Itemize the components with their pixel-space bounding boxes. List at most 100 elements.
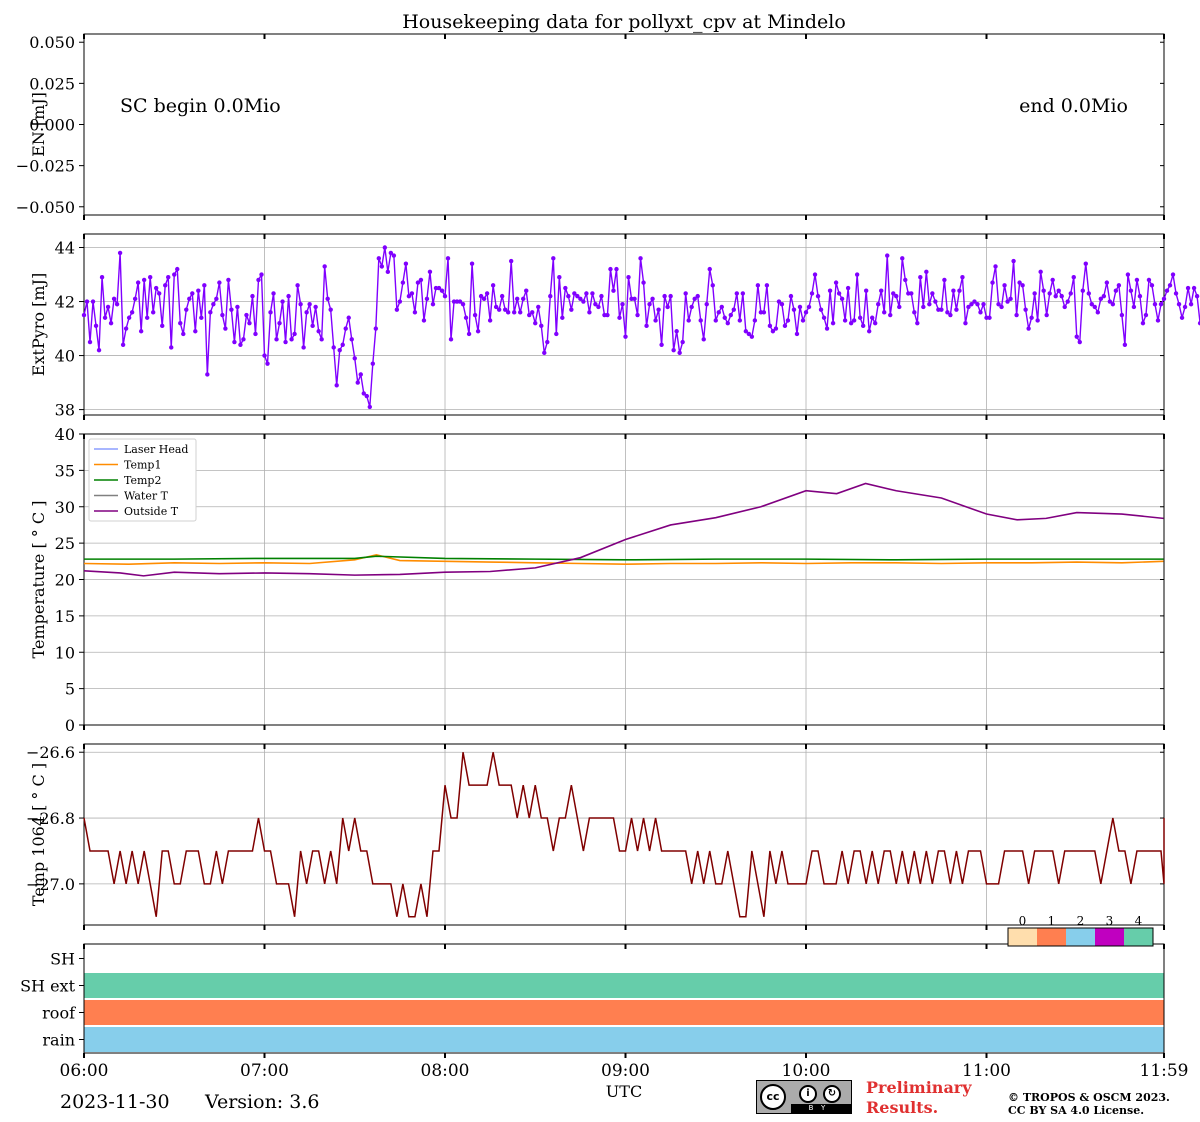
extpyro-series-line bbox=[83, 247, 1200, 408]
extpyro-point bbox=[695, 293, 700, 299]
copyright-line1: © TROPOS & OSCM 2023. bbox=[1008, 1091, 1170, 1104]
temperature-series-2-line bbox=[84, 555, 1164, 561]
extpyro-point bbox=[548, 293, 553, 299]
extpyro-point bbox=[268, 310, 273, 315]
extpyro-point bbox=[1149, 283, 1155, 288]
extpyro-point bbox=[511, 310, 517, 315]
colorbar-cell-4 bbox=[1124, 928, 1153, 946]
extpyro-point bbox=[942, 277, 947, 283]
extpyro-point bbox=[460, 302, 466, 307]
extpyro-point bbox=[274, 337, 279, 342]
extpyro-point bbox=[102, 315, 108, 320]
copyright-line2: CC BY SA 4.0 License. bbox=[1008, 1104, 1145, 1117]
extpyro-point bbox=[141, 277, 147, 283]
extpyro-point bbox=[147, 275, 153, 280]
colorbar-tick-label: 0 bbox=[1019, 914, 1027, 928]
extpyro-point bbox=[310, 323, 315, 329]
extpyro-point bbox=[704, 302, 709, 307]
extpyro-point bbox=[713, 318, 718, 323]
extpyro-point bbox=[505, 310, 511, 315]
extpyro-point bbox=[1143, 312, 1149, 318]
extpyro-point bbox=[181, 331, 186, 337]
extpyro-point bbox=[999, 304, 1004, 310]
extpyro-point bbox=[150, 310, 156, 315]
extpyro-point bbox=[445, 256, 451, 261]
extpyro-point bbox=[235, 304, 240, 310]
extpyro-point bbox=[638, 256, 643, 261]
extpyro-point bbox=[521, 296, 526, 302]
extpyro-point bbox=[524, 288, 529, 293]
extpyro-point bbox=[475, 329, 481, 334]
extpyro-point bbox=[337, 347, 342, 353]
extpyro-point bbox=[734, 291, 740, 296]
extpyro-point bbox=[659, 342, 664, 347]
panel-2-ytick-label: 0 bbox=[65, 716, 75, 735]
extpyro-point bbox=[1167, 283, 1173, 288]
extpyro-point bbox=[1026, 326, 1031, 331]
extpyro-point bbox=[301, 345, 306, 350]
extpyro-point bbox=[815, 293, 821, 299]
extpyro-point bbox=[587, 310, 592, 315]
extpyro-point bbox=[1113, 288, 1119, 293]
extpyro-point bbox=[788, 293, 794, 299]
extpyro-point bbox=[755, 283, 761, 288]
extpyro-point bbox=[346, 315, 351, 320]
extpyro-point bbox=[653, 318, 658, 323]
panel-2-ytick-label: 35 bbox=[55, 461, 75, 480]
license-strip: BY SA bbox=[791, 1104, 851, 1121]
extpyro-point bbox=[698, 318, 703, 323]
extpyro-point bbox=[1179, 315, 1185, 320]
extpyro-point bbox=[1029, 315, 1034, 320]
by-icon: i bbox=[799, 1085, 817, 1103]
extpyro-point bbox=[1008, 296, 1013, 302]
extpyro-point bbox=[126, 315, 132, 320]
extpyro-point bbox=[343, 326, 348, 331]
extpyro-point bbox=[172, 272, 177, 277]
extpyro-point bbox=[1059, 293, 1064, 299]
extpyro-point bbox=[424, 296, 430, 302]
extpyro-point bbox=[1116, 283, 1122, 288]
extpyro-point bbox=[120, 342, 126, 347]
extpyro-point bbox=[1092, 304, 1098, 310]
extpyro-point bbox=[542, 350, 547, 356]
colorbar-tick-label: 4 bbox=[1135, 914, 1143, 928]
panel-1-ytick-label: 40 bbox=[55, 347, 75, 366]
colorbar-cell-2 bbox=[1066, 928, 1095, 946]
extpyro-point bbox=[1011, 258, 1016, 264]
extpyro-point bbox=[1191, 285, 1197, 291]
extpyro-point bbox=[175, 266, 180, 272]
extpyro-point bbox=[340, 342, 345, 347]
extpyro-point bbox=[674, 329, 679, 334]
extpyro-point bbox=[1164, 288, 1170, 293]
extpyro-point bbox=[909, 291, 914, 296]
x-tick-label: 09:00 bbox=[601, 1061, 650, 1081]
extpyro-point bbox=[1077, 339, 1082, 345]
extpyro-point bbox=[620, 302, 625, 307]
extpyro-point bbox=[677, 350, 682, 356]
panel-0-ylabel: EN [mJ] bbox=[29, 92, 48, 157]
colorbar-cell-3 bbox=[1095, 928, 1124, 946]
extpyro-point bbox=[99, 275, 105, 280]
panel-2-ytick-label: 5 bbox=[65, 680, 75, 699]
extpyro-point bbox=[1056, 288, 1061, 293]
extpyro-point bbox=[830, 320, 836, 326]
extpyro-point bbox=[241, 337, 246, 342]
temp1064-series-line bbox=[83, 752, 1165, 918]
extpyro-point bbox=[223, 326, 228, 331]
extpyro-point bbox=[978, 310, 983, 315]
extpyro-point bbox=[448, 337, 454, 342]
extpyro-point bbox=[319, 337, 324, 342]
extpyro-point bbox=[951, 288, 956, 293]
extpyro-point bbox=[752, 318, 758, 323]
extpyro-point bbox=[851, 318, 857, 323]
extpyro-point bbox=[466, 331, 472, 337]
extpyro-point bbox=[316, 329, 321, 334]
extpyro-point bbox=[217, 280, 222, 285]
extpyro-point bbox=[1035, 318, 1040, 323]
extpyro-point bbox=[740, 291, 746, 296]
extpyro-point bbox=[472, 312, 478, 318]
extpyro-point bbox=[632, 296, 637, 302]
extpyro-point bbox=[298, 302, 303, 307]
extpyro-point bbox=[1065, 299, 1070, 304]
status-row-2-label: roof bbox=[42, 1004, 76, 1023]
